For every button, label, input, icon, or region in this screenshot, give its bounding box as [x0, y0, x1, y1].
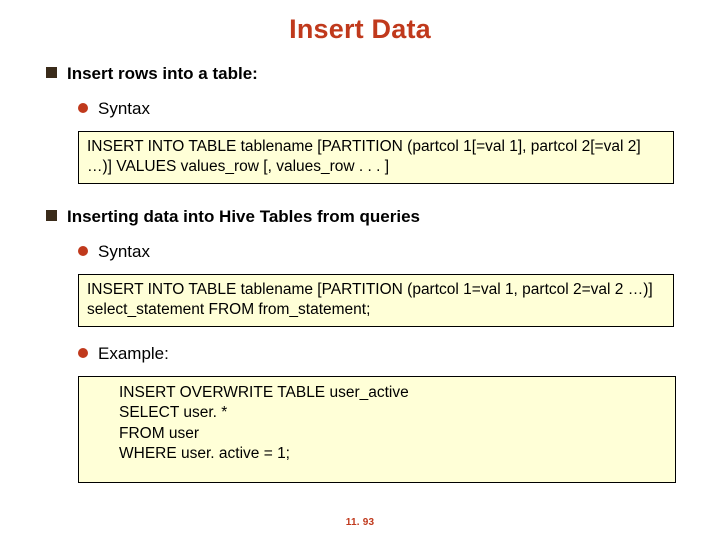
bullet-text: Example: — [98, 343, 169, 366]
bullet-text: Syntax — [98, 241, 150, 264]
code-box: INSERT INTO TABLE tablename [PARTITION (… — [78, 131, 674, 184]
slide-content: Insert rows into a table: Syntax INSERT … — [0, 45, 720, 483]
code-box: INSERT INTO TABLE tablename [PARTITION (… — [78, 274, 674, 327]
bullet-level2: Syntax — [78, 98, 674, 121]
circle-bullet-icon — [78, 103, 88, 113]
bullet-level2: Syntax — [78, 241, 674, 264]
slide-title: Insert Data — [0, 0, 720, 45]
bullet-level2: Example: — [78, 343, 674, 366]
code-box: INSERT OVERWRITE TABLE user_active SELEC… — [78, 376, 676, 483]
slide: Insert Data Insert rows into a table: Sy… — [0, 0, 720, 540]
circle-bullet-icon — [78, 246, 88, 256]
bullet-text: Inserting data into Hive Tables from que… — [67, 206, 420, 229]
square-bullet-icon — [46, 67, 57, 78]
circle-bullet-icon — [78, 348, 88, 358]
square-bullet-icon — [46, 210, 57, 221]
bullet-text: Syntax — [98, 98, 150, 121]
slide-number: 11. 93 — [0, 517, 720, 528]
bullet-text: Insert rows into a table: — [67, 63, 258, 86]
bullet-level1: Inserting data into Hive Tables from que… — [46, 206, 674, 229]
bullet-level1: Insert rows into a table: — [46, 63, 674, 86]
